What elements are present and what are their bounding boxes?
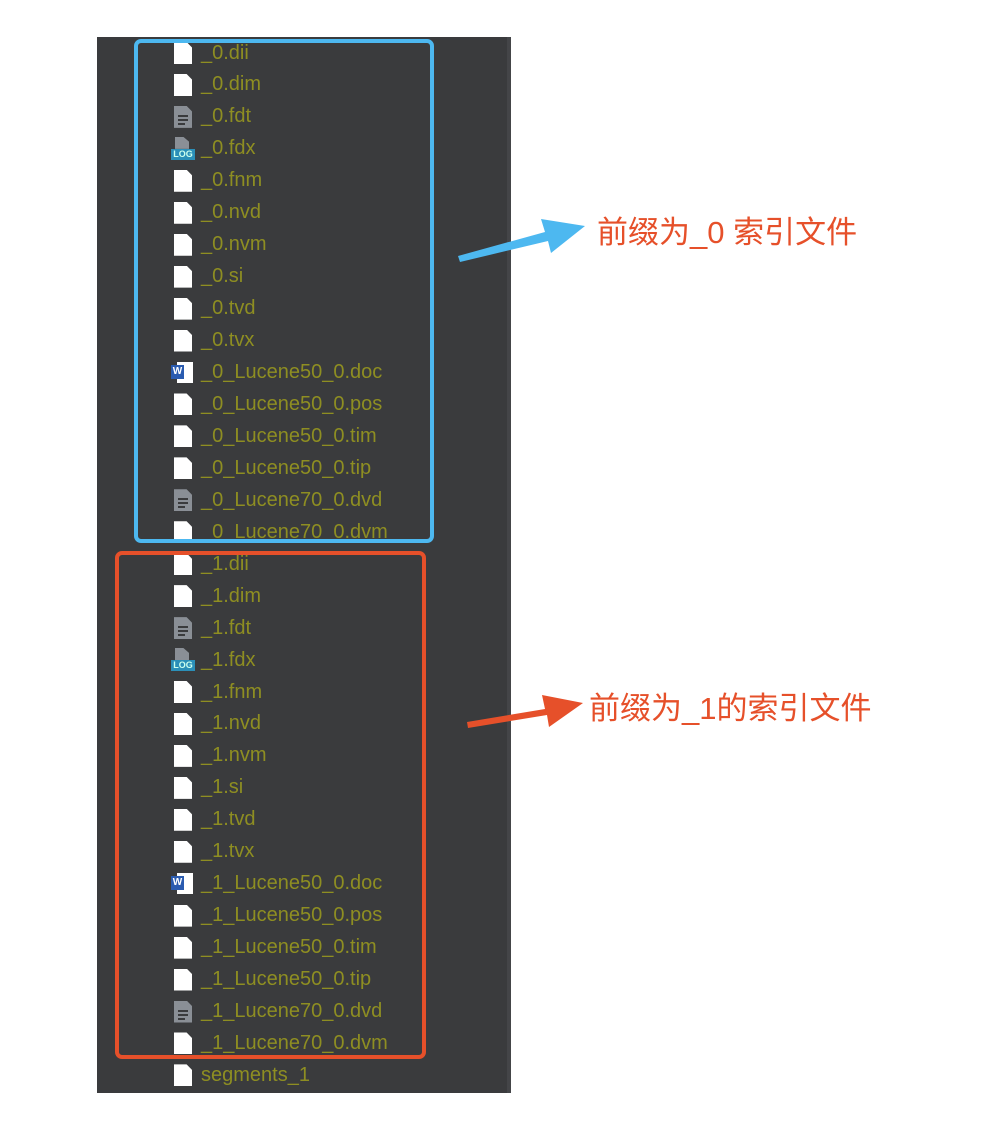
annotation-arrows xyxy=(458,219,585,728)
blue-arrow-icon xyxy=(458,219,585,262)
red-arrow-icon xyxy=(467,695,583,728)
group-0-annotation: 前缀为_0 索引文件 xyxy=(597,215,858,250)
group-1-annotation: 前缀为_1的索引文件 xyxy=(589,691,872,726)
